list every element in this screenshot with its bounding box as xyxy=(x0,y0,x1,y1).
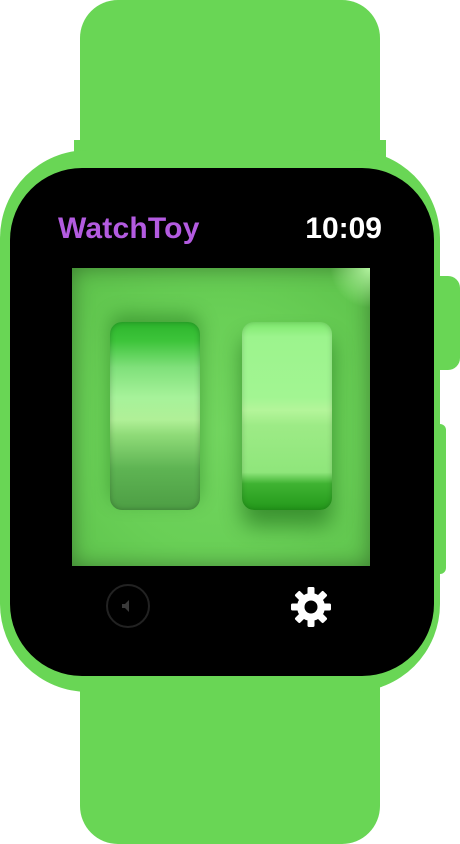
clock-time: 10:09 xyxy=(305,212,382,245)
digital-crown[interactable] xyxy=(436,276,460,370)
watch-screen: WatchToy 10:09 xyxy=(10,168,434,676)
toggle-switch-right[interactable] xyxy=(242,322,332,510)
settings-button[interactable] xyxy=(288,584,334,630)
gear-icon xyxy=(291,587,331,627)
app-title: WatchToy xyxy=(58,212,200,245)
toy-area xyxy=(72,268,370,566)
speaker-muted-icon xyxy=(122,600,129,612)
sound-button[interactable] xyxy=(106,584,150,628)
side-button[interactable] xyxy=(436,424,446,574)
toggle-switch-left[interactable] xyxy=(110,322,200,510)
